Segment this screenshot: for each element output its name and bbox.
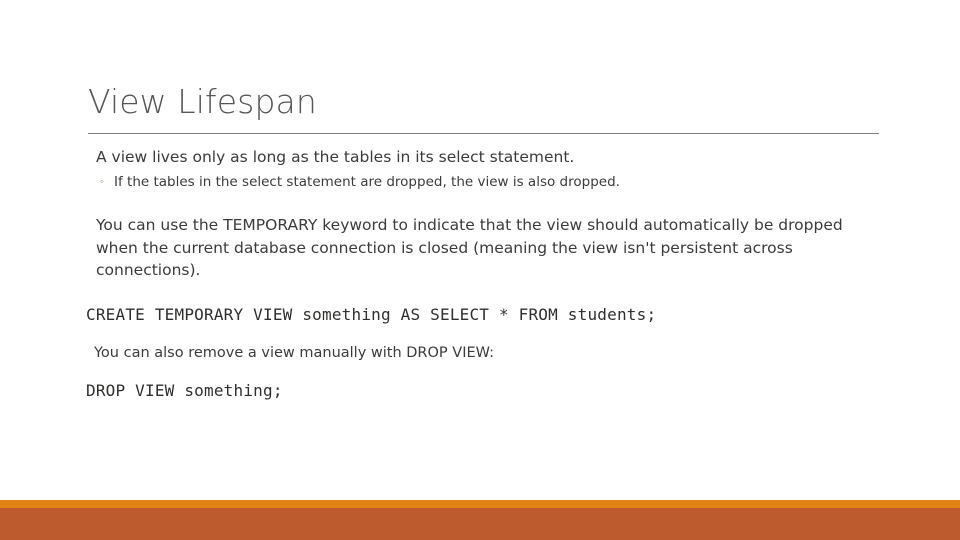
title-block: View Lifespan: [88, 82, 880, 122]
hollow-circle-bullet-icon: ◦: [100, 176, 104, 188]
code-line-drop-view: DROP VIEW something;: [86, 380, 283, 400]
slide-canvas: View Lifespan A view lives only as long …: [0, 0, 960, 540]
slide-body: A view lives only as long as the tables …: [84, 146, 884, 402]
body-paragraph-temporary: You can use the TEMPORARY keyword to ind…: [96, 216, 843, 279]
body-line-primary: A view lives only as long as the tables …: [96, 148, 575, 166]
footer-band: [0, 508, 960, 540]
body-note-drop-view: You can also remove a view manually with…: [94, 344, 495, 361]
title-divider: [88, 133, 879, 134]
body-sub-bullet-item: ◦ If the tables in the select statement …: [84, 168, 884, 192]
page-title: View Lifespan: [88, 82, 317, 121]
footer-accent-stripe: [0, 500, 960, 508]
body-sub-bullet-label: If the tables in the select statement ar…: [114, 174, 620, 190]
code-line-create-view: CREATE TEMPORARY VIEW something AS SELEC…: [86, 304, 657, 324]
